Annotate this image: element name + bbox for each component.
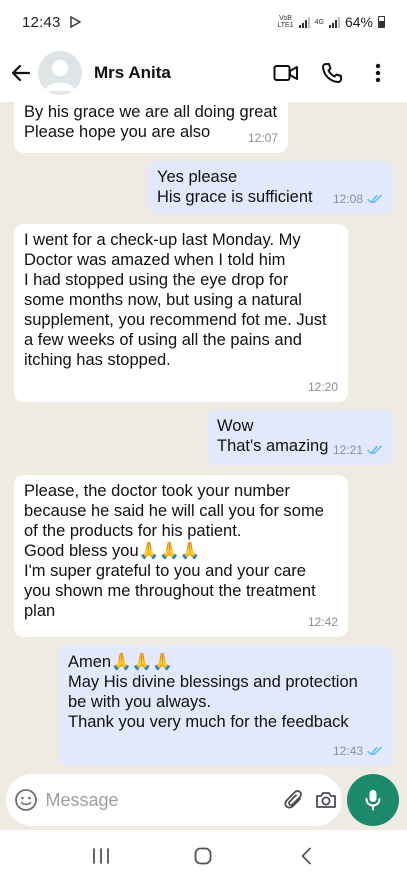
message-meta: 12:08 <box>333 189 383 209</box>
camera-button[interactable] <box>310 778 342 822</box>
network-top-label: VoB <box>279 15 292 22</box>
video-call-button[interactable] <box>263 51 309 95</box>
message-bubble[interactable]: Amen🙏🙏🙏 May His divine blessings and pro… <box>58 646 393 766</box>
message-meta: 12:20 <box>308 377 338 397</box>
play-icon <box>69 16 81 28</box>
back-nav-button[interactable] <box>276 836 336 876</box>
contact-name: Mrs Anita <box>94 63 171 82</box>
message-meta: 12:07 <box>248 128 278 148</box>
message-input-pill <box>6 774 342 826</box>
home-button[interactable] <box>173 836 233 876</box>
system-nav-bar <box>0 830 407 882</box>
chat-header: Mrs Anita <box>0 44 407 102</box>
message-meta: 12:42 <box>308 612 338 632</box>
read-ticks-icon <box>367 445 383 455</box>
battery-percent: 64% <box>344 14 373 30</box>
attach-button[interactable] <box>277 778 309 822</box>
message-time: 12:07 <box>247 131 278 145</box>
message-time: 12:43 <box>332 744 363 758</box>
phone-icon <box>322 63 342 83</box>
message-bubble[interactable]: Wow That's amazing 12:21 <box>207 410 393 465</box>
default-avatar-icon <box>45 60 75 91</box>
network-type-label: 4G <box>314 18 324 26</box>
signal-icon <box>298 16 310 28</box>
read-ticks-icon <box>367 746 383 756</box>
chevron-left-icon <box>301 847 311 865</box>
network-bottom-label: LTE1 <box>277 22 294 29</box>
message-meta: 12:21 <box>333 440 383 460</box>
message-bubble[interactable]: Yes please His grace is sufficient 12:08 <box>147 161 393 214</box>
contact-info[interactable]: Mrs Anita <box>94 63 263 83</box>
home-icon <box>195 847 212 865</box>
message-text: I went for a check-up last Monday. My Do… <box>24 231 327 369</box>
message-bubble[interactable]: Please, the doctor took your number beca… <box>14 475 348 637</box>
voice-call-button[interactable] <box>309 51 355 95</box>
chat-area[interactable]: By his grace we are all doing great Plea… <box>0 102 407 770</box>
composer <box>0 770 407 830</box>
camera-icon <box>315 792 336 808</box>
message-text: Amen🙏🙏🙏 May His divine blessings and pro… <box>68 653 358 731</box>
paperclip-icon <box>284 790 302 809</box>
mic-button[interactable] <box>347 774 399 826</box>
more-options-button[interactable] <box>355 51 401 95</box>
avatar[interactable] <box>38 51 82 95</box>
emoji-button[interactable] <box>8 778 43 822</box>
video-camera-icon <box>273 65 298 81</box>
message-time: 12:42 <box>307 615 338 629</box>
recent-apps-icon <box>93 848 110 864</box>
message-time: 12:21 <box>332 443 363 457</box>
status-indicators: VoB LTE1 4G 64% <box>277 14 385 30</box>
message-time: 12:08 <box>332 192 363 206</box>
message-time: 12:20 <box>307 380 338 394</box>
read-ticks-icon <box>367 194 383 204</box>
microphone-icon <box>365 790 381 811</box>
message-meta: 12:43 <box>333 741 383 761</box>
more-vertical-icon <box>375 63 381 83</box>
battery-icon <box>378 16 385 28</box>
message-text: By his grace we are all doing great Plea… <box>24 103 278 141</box>
message-text: Please, the doctor took your number beca… <box>24 482 324 620</box>
message-input[interactable] <box>43 789 278 811</box>
header-actions <box>263 51 401 95</box>
signal-icon-2 <box>328 16 340 28</box>
back-button[interactable] <box>4 53 38 93</box>
recent-apps-button[interactable] <box>71 836 131 876</box>
back-arrow-icon <box>11 64 31 82</box>
status-time: 12:43 <box>22 13 61 31</box>
message-bubble[interactable]: By his grace we are all doing great Plea… <box>14 102 288 153</box>
status-bar: 12:43 VoB LTE1 4G 64% <box>0 0 407 44</box>
network-label: VoB LTE1 <box>277 15 293 29</box>
smiley-icon <box>14 789 37 811</box>
message-bubble[interactable]: I went for a check-up last Monday. My Do… <box>14 224 348 402</box>
